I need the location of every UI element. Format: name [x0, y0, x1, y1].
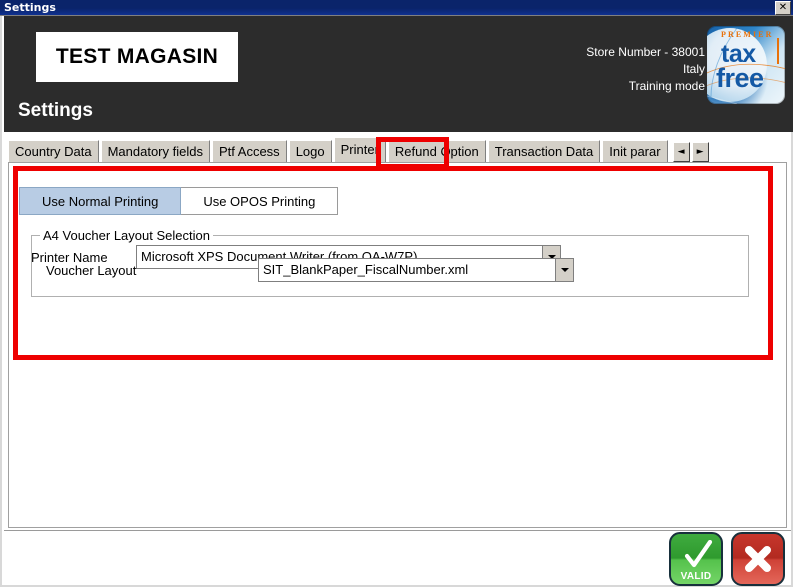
chevron-left-icon: ◄	[677, 146, 685, 157]
tab-transaction-data[interactable]: Transaction Data	[487, 140, 601, 162]
app-header: TEST MAGASIN Settings Store Number - 380…	[4, 16, 793, 132]
training-mode-text: Training mode	[628, 79, 705, 93]
tab-country-data[interactable]: Country Data	[8, 140, 99, 162]
printing-mode-subtabs: Use Normal Printing Use OPOS Printing	[19, 187, 339, 215]
header-store-info: Store Number - 38001 Italy Training mode	[586, 44, 705, 95]
window-title: Settings	[4, 1, 56, 14]
tab-logo[interactable]: Logo	[288, 140, 332, 162]
logo-orange-bar	[777, 38, 779, 64]
a4-voucher-layout-groupbox: A4 Voucher Layout Selection Voucher Layo…	[31, 228, 749, 297]
tab-scroll-left-button[interactable]: ◄	[672, 142, 690, 162]
tab-scroll-right-button[interactable]: ►	[691, 142, 709, 162]
window-body: TEST MAGASIN Settings Store Number - 380…	[0, 16, 793, 587]
page-title: Settings	[18, 100, 93, 121]
tabs-row: Country Data Mandatory fields Ptf Access…	[8, 137, 709, 162]
store-name-label: TEST MAGASIN	[55, 45, 219, 68]
chevron-down-icon	[560, 268, 569, 272]
voucher-layout-label: Voucher Layout	[46, 262, 137, 278]
tab-printer[interactable]: Printer	[333, 137, 386, 162]
settings-window: Settings ✕ TEST MAGASIN Settings Store N…	[0, 0, 793, 587]
valid-button[interactable]: VALID	[669, 532, 723, 586]
country-text: Italy	[682, 62, 705, 76]
tab-ptf-access[interactable]: Ptf Access	[211, 140, 287, 162]
tab-scroll-arrows: ◄ ►	[671, 142, 709, 162]
close-icon: ✕	[778, 1, 788, 13]
main-tabstrip: Country Data Mandatory fields Ptf Access…	[8, 137, 789, 163]
voucher-layout-combobox[interactable]: SIT_BlankPaper_FiscalNumber.xml	[258, 258, 574, 282]
voucher-layout-dropdown-button[interactable]	[555, 259, 573, 281]
cancel-button[interactable]	[731, 532, 785, 586]
logo-premier-text: PREMIER	[721, 30, 774, 39]
valid-button-label: VALID	[680, 571, 712, 582]
tab-init-param[interactable]: Init parar	[602, 140, 668, 162]
subtab-use-opos-printing[interactable]: Use OPOS Printing	[181, 187, 339, 215]
x-icon	[745, 546, 771, 572]
voucher-layout-row: Voucher Layout SIT_BlankPaper_FiscalNumb…	[46, 258, 574, 282]
store-name-box: TEST MAGASIN	[36, 32, 238, 82]
store-number-text: Store Number - 38001	[586, 45, 705, 59]
printer-tab-panel: Use Normal Printing Use OPOS Printing Pr…	[8, 162, 787, 528]
a4-voucher-layout-legend: A4 Voucher Layout Selection	[40, 228, 213, 243]
subtab-use-normal-printing[interactable]: Use Normal Printing	[19, 187, 182, 215]
voucher-layout-value: SIT_BlankPaper_FiscalNumber.xml	[263, 262, 469, 277]
window-titlebar: Settings ✕	[0, 0, 793, 16]
check-icon	[684, 540, 713, 568]
premier-tax-free-logo-icon: PREMIER tax free	[707, 26, 785, 104]
logo-free-text: free	[716, 63, 764, 93]
footer-button-bar: VALID	[4, 530, 791, 586]
tab-refund-option[interactable]: Refund Option	[387, 140, 486, 162]
close-button[interactable]: ✕	[775, 0, 791, 15]
chevron-right-icon: ►	[696, 146, 704, 157]
tab-mandatory-fields[interactable]: Mandatory fields	[100, 140, 210, 162]
